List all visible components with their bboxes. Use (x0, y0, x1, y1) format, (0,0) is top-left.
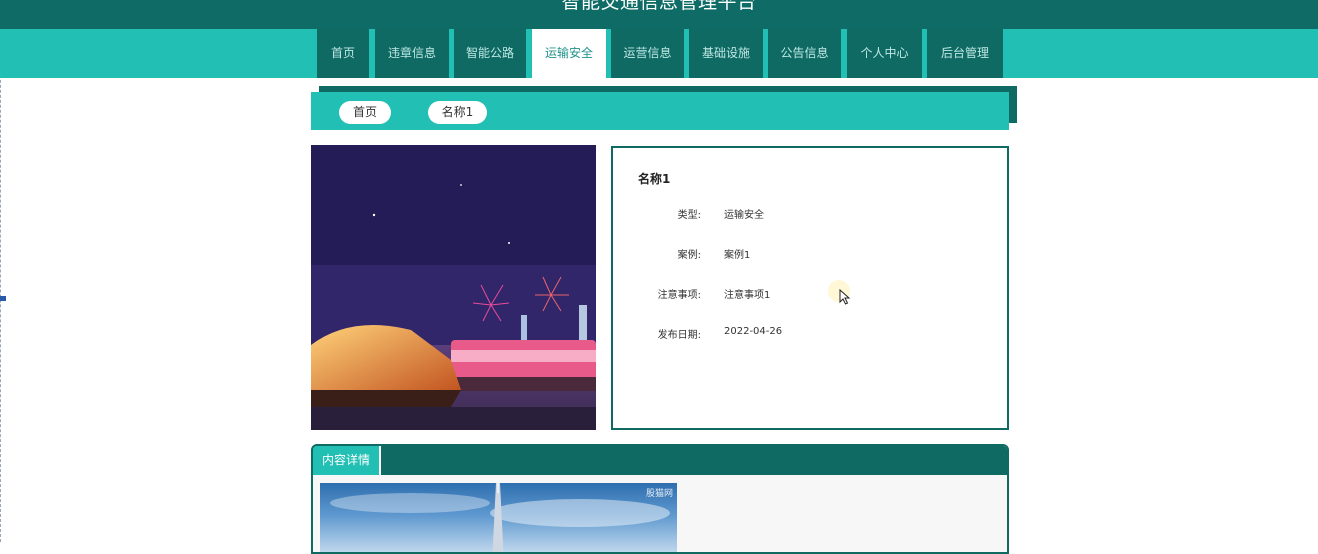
city-skyline-image (330, 483, 670, 552)
night-boat-scene-image (311, 145, 596, 430)
breadcrumb-current: 名称1 (428, 101, 487, 124)
nav-item-operations[interactable]: 运营信息 (611, 29, 684, 78)
nav-item-admin[interactable]: 后台管理 (927, 29, 1003, 78)
edge-marker (0, 296, 6, 301)
field-value-type: 运输安全 (724, 210, 764, 221)
breadcrumb (311, 92, 1009, 130)
field-value-case: 案例1 (724, 250, 751, 261)
field-label-type: 类型: (677, 210, 701, 221)
nav-item-profile[interactable]: 个人中心 (847, 29, 922, 78)
item-info-card: 名称1 类型: 运输安全 案例: 案例1 注意事项: 注意事项1 发布日期: 2… (611, 146, 1009, 430)
nav-item-home[interactable]: 首页 (317, 29, 369, 78)
nav-item-announcements[interactable]: 公告信息 (768, 29, 841, 78)
tab-content-detail[interactable]: 内容详情 (313, 446, 381, 475)
site-title: 智能交通信息管理平台 (561, 0, 757, 13)
item-photo (311, 145, 596, 430)
content-image: 股猫网 (320, 483, 677, 552)
image-watermark: 股猫网 (645, 489, 673, 499)
field-value-notes: 注意事项1 (724, 290, 771, 301)
breadcrumb-home[interactable]: 首页 (339, 101, 391, 124)
mouse-cursor-icon (839, 288, 851, 309)
item-name: 名称1 (638, 172, 671, 186)
field-label-case: 案例: (677, 250, 701, 261)
content-detail-panel: 内容详情 股猫网 (311, 444, 1009, 554)
field-label-date: 发布日期: (657, 330, 701, 341)
content-tab-bar (313, 446, 1007, 475)
nav-item-infrastructure[interactable]: 基础设施 (689, 29, 763, 78)
nav-item-transport-safety[interactable]: 运输安全 (532, 29, 606, 78)
page-left-border (0, 0, 2, 542)
nav-item-smart-highway[interactable]: 智能公路 (454, 29, 526, 78)
field-value-date: 2022-04-26 (724, 326, 783, 337)
field-label-notes: 注意事项: (657, 290, 701, 301)
title-bar: 智能交通信息管理平台 (0, 0, 1318, 29)
nav-item-violations[interactable]: 违章信息 (375, 29, 449, 78)
